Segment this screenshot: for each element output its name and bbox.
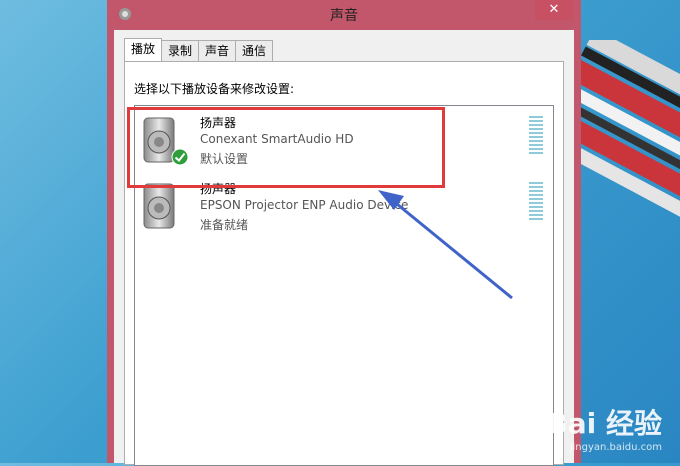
watermark-brand: Bai 经验 [546, 407, 662, 440]
baidu-watermark: Bai 经验 jingyan.baidu.com [546, 402, 662, 453]
watermark-url: jingyan.baidu.com [569, 442, 662, 453]
annotation-arrow [378, 190, 513, 300]
